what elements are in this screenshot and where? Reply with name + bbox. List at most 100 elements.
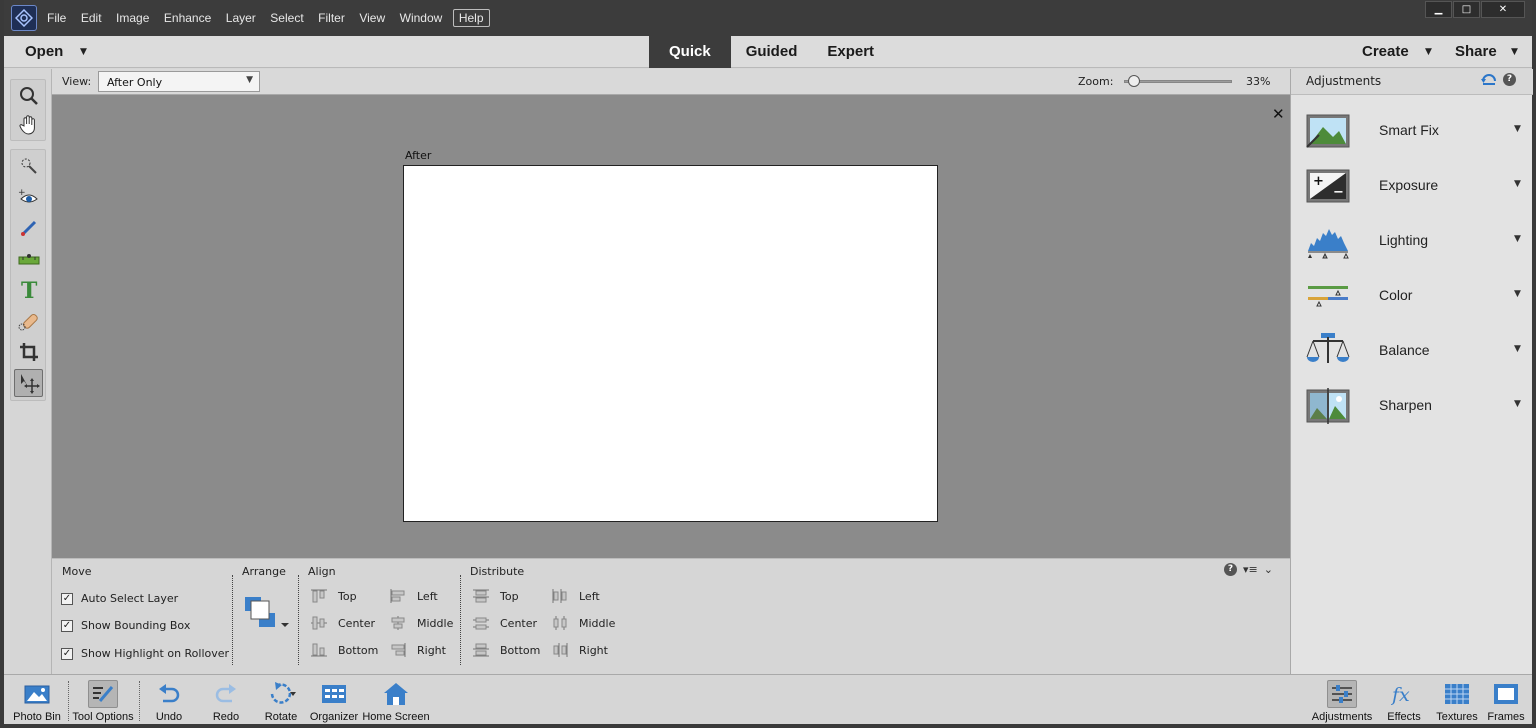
bottom-label: Rotate: [264, 711, 298, 723]
menu-filter[interactable]: Filter: [318, 11, 345, 25]
zoom-slider-track[interactable]: [1124, 80, 1232, 83]
expand-chevron-icon[interactable]: ▼: [1514, 124, 1521, 134]
zoom-tool-icon[interactable]: [14, 82, 43, 110]
options-divider: [460, 575, 461, 665]
canvas-area[interactable]: ✕ After: [52, 95, 1290, 558]
maximize-button[interactable]: □: [1453, 1, 1480, 18]
checkbox-label: Show Bounding Box: [81, 619, 191, 632]
expand-chevron-icon[interactable]: ▼: [1514, 399, 1521, 409]
view-tools-group: [10, 79, 46, 141]
show-bounding-box-checkbox[interactable]: ✓ Show Bounding Box: [61, 619, 190, 632]
show-highlight-checkbox[interactable]: ✓ Show Highlight on Rollover: [61, 647, 229, 660]
menu-image[interactable]: Image: [116, 11, 149, 25]
home-screen-button[interactable]: Home Screen: [361, 675, 431, 725]
adjustment-color[interactable]: Color ▼: [1291, 270, 1533, 325]
menu-window[interactable]: Window: [400, 11, 443, 25]
tab-guided[interactable]: Guided: [731, 36, 813, 68]
create-button[interactable]: Create: [1362, 43, 1409, 60]
adjustment-lighting[interactable]: Lighting ▼: [1291, 215, 1533, 270]
whiten-teeth-tool-icon[interactable]: [14, 214, 43, 242]
auto-select-layer-checkbox[interactable]: ✓ Auto Select Layer: [61, 592, 178, 605]
adjustment-smart-fix[interactable]: Smart Fix ▼: [1291, 105, 1533, 160]
options-divider: [232, 575, 233, 665]
mode-tabs: Quick Guided Expert: [649, 36, 889, 68]
panel-help-icon[interactable]: ?: [1503, 72, 1516, 86]
align-bottom-button[interactable]: Bottom: [311, 643, 378, 657]
align-left-button[interactable]: Left: [390, 589, 438, 603]
help-icon[interactable]: ?: [1224, 563, 1237, 576]
move-tool-icon[interactable]: [14, 369, 43, 397]
adjustments-button[interactable]: Adjustments: [1310, 675, 1374, 725]
close-document-icon[interactable]: ✕: [1272, 105, 1285, 123]
organizer-icon: [319, 680, 349, 708]
share-chevron-icon[interactable]: ▼: [1511, 47, 1518, 57]
adjustment-sharpen[interactable]: Sharpen ▼: [1291, 380, 1533, 435]
zoom-slider-thumb[interactable]: [1128, 75, 1140, 87]
expand-chevron-icon[interactable]: ▼: [1514, 179, 1521, 189]
organizer-button[interactable]: Organizer: [308, 675, 360, 725]
align-top-icon: [311, 589, 327, 603]
textures-button[interactable]: Textures: [1430, 675, 1484, 725]
align-top-label: Top: [338, 589, 357, 603]
view-select[interactable]: After Only ▼: [98, 71, 260, 92]
options-menu-icon[interactable]: ▾≡: [1243, 563, 1258, 576]
open-button[interactable]: Open: [25, 43, 63, 60]
distribute-left-button[interactable]: Left: [552, 589, 600, 603]
menu-file[interactable]: File: [47, 11, 66, 25]
adjustment-balance[interactable]: Balance ▼: [1291, 325, 1533, 380]
arrange-button[interactable]: [243, 595, 291, 635]
tool-options-controls: ? ▾≡ ⌄: [1224, 563, 1273, 576]
crop-tool-icon[interactable]: [14, 338, 43, 366]
distribute-middle-button[interactable]: Middle: [552, 616, 615, 630]
menu-edit[interactable]: Edit: [81, 11, 102, 25]
svg-text:T: T: [21, 279, 38, 301]
open-dropdown-chevron-icon[interactable]: ▼: [80, 47, 87, 57]
create-chevron-icon[interactable]: ▼: [1425, 47, 1432, 57]
spot-healing-brush-tool-icon[interactable]: [14, 307, 43, 335]
minimize-button[interactable]: ▁: [1425, 1, 1452, 18]
frames-button[interactable]: Frames: [1484, 675, 1528, 725]
rotate-icon: [266, 680, 296, 708]
balance-icon: [1305, 333, 1351, 369]
menu-help[interactable]: Help: [452, 9, 490, 27]
image-canvas[interactable]: [403, 165, 938, 522]
tool-options-button[interactable]: Tool Options: [70, 675, 136, 725]
reset-panel-icon[interactable]: [1481, 72, 1497, 86]
hand-tool-icon[interactable]: [14, 111, 43, 139]
align-middle-button[interactable]: Middle: [390, 616, 453, 630]
checkbox-label: Auto Select Layer: [81, 592, 179, 605]
distribute-bottom-button[interactable]: Bottom: [473, 643, 540, 657]
distribute-center-button[interactable]: Center: [473, 616, 537, 630]
redo-button[interactable]: Redo: [201, 675, 251, 725]
rotate-button[interactable]: Rotate: [256, 675, 306, 725]
expand-chevron-icon[interactable]: ▼: [1514, 234, 1521, 244]
tab-expert[interactable]: Expert: [812, 36, 889, 68]
quick-selection-tool-icon[interactable]: [14, 152, 43, 180]
type-tool-icon[interactable]: T: [14, 276, 43, 304]
menu-enhance[interactable]: Enhance: [164, 11, 211, 25]
menu-select[interactable]: Select: [270, 11, 303, 25]
adjustment-label: Exposure: [1379, 177, 1439, 193]
tab-quick[interactable]: Quick: [649, 36, 731, 68]
undo-button[interactable]: Undo: [144, 675, 194, 725]
distribute-right-icon: [552, 643, 568, 657]
effects-button[interactable]: fx Effects: [1380, 675, 1428, 725]
adjustment-exposure[interactable]: + − Exposure ▼: [1291, 160, 1533, 215]
menu-view[interactable]: View: [359, 11, 385, 25]
tool-options-icon: [88, 680, 118, 708]
distribute-right-button[interactable]: Right: [552, 643, 608, 657]
align-top-button[interactable]: Top: [311, 589, 357, 603]
close-window-button[interactable]: ✕: [1481, 1, 1525, 18]
straighten-tool-icon[interactable]: [14, 245, 43, 273]
zoom-label: Zoom:: [1078, 75, 1114, 88]
share-button[interactable]: Share: [1455, 43, 1497, 60]
red-eye-tool-icon[interactable]: +: [14, 183, 43, 211]
menu-layer[interactable]: Layer: [226, 11, 256, 25]
align-center-button[interactable]: Center: [311, 616, 375, 630]
align-right-button[interactable]: Right: [390, 643, 446, 657]
distribute-top-button[interactable]: Top: [473, 589, 519, 603]
photo-bin-button[interactable]: Photo Bin: [10, 675, 64, 725]
collapse-chevron-icon[interactable]: ⌄: [1264, 563, 1273, 576]
expand-chevron-icon[interactable]: ▼: [1514, 289, 1521, 299]
expand-chevron-icon[interactable]: ▼: [1514, 344, 1521, 354]
